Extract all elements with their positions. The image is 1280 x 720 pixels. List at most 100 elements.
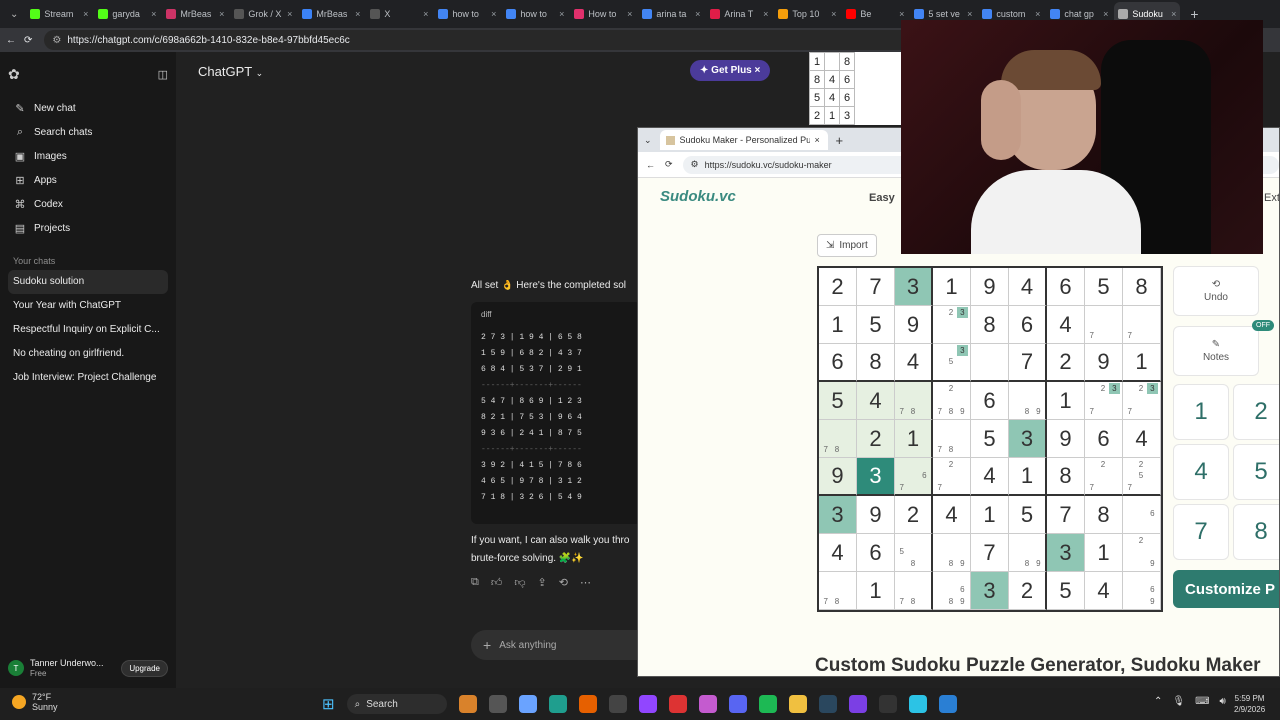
sidebar-item-new-chat[interactable]: ✎ New chat [8, 96, 168, 120]
spotify-icon[interactable] [758, 695, 777, 713]
sudoku-cell[interactable]: 1 [1123, 344, 1161, 382]
user-profile[interactable]: T Tanner Underwo... Free Upgrade [8, 658, 168, 678]
number-key[interactable]: 8 [1233, 504, 1279, 560]
sudoku-cell[interactable]: 7 [1123, 306, 1161, 344]
sudoku-cell[interactable]: 3 [971, 572, 1009, 610]
steam-icon[interactable] [818, 695, 837, 713]
purple-app-icon[interactable] [848, 695, 867, 713]
browser-tab[interactable]: how to × [434, 2, 500, 26]
sudoku-cell[interactable]: 2 [1047, 344, 1085, 382]
sidebar-item-images[interactable]: ▣ Images [8, 144, 168, 168]
copy-icon[interactable]: ⧉ [471, 576, 479, 589]
browser-tab[interactable]: How to × [570, 2, 636, 26]
close-icon[interactable]: × [1171, 9, 1176, 19]
tray-chevron-icon[interactable]: ⌃ [1154, 696, 1162, 707]
obs-icon[interactable] [608, 695, 627, 713]
openai-logo-icon[interactable]: ✿ [8, 66, 20, 83]
undo-button[interactable]: ⟲ Undo [1173, 266, 1259, 316]
difficulty-easy-tab[interactable]: Easy [869, 192, 895, 204]
sudoku-cell[interactable]: 4 [1123, 420, 1161, 458]
sudoku-cell[interactable]: 89 [1009, 382, 1047, 420]
sudoku-cell[interactable]: 2 [1009, 572, 1047, 610]
close-icon[interactable]: × [967, 9, 972, 19]
weather-widget[interactable]: 72°F Sunny [12, 692, 58, 712]
customize-button[interactable]: Customize P [1173, 570, 1279, 608]
sudoku-cell[interactable]: 89 [933, 534, 971, 572]
sudoku-cell[interactable]: 9 [857, 496, 895, 534]
sudoku-cell[interactable]: 78 [933, 420, 971, 458]
windows-start-icon[interactable]: ⊞ [322, 695, 335, 713]
sudoku-cell[interactable]: 1 [1085, 534, 1123, 572]
browser-tab[interactable]: Top 10 × [774, 2, 840, 26]
network-icon[interactable]: ⌨ [1195, 696, 1209, 707]
close-icon[interactable]: × [559, 9, 564, 19]
folder-icon[interactable] [788, 695, 807, 713]
regenerate-icon[interactable]: ⟲ [559, 576, 568, 589]
close-icon[interactable]: × [1035, 9, 1040, 19]
sudoku-cell[interactable]: 9 [819, 458, 857, 496]
back-icon[interactable]: ← [6, 35, 16, 46]
sudoku-cell[interactable]: 78 [895, 382, 933, 420]
close-icon[interactable]: × [491, 9, 496, 19]
thumbs-down-icon[interactable]: 👎︎ [514, 576, 525, 589]
cyan-app-icon[interactable] [908, 695, 927, 713]
sudoku-cell[interactable]: 5 [857, 306, 895, 344]
browser-tab[interactable]: garyda × [94, 2, 160, 26]
close-icon[interactable]: × [287, 9, 292, 19]
close-sidebar-icon[interactable]: ◫ [158, 68, 168, 81]
volume-icon[interactable]: 🔊︎ [1220, 696, 1226, 707]
popup-tab[interactable]: Sudoku Maker - Personalized Puzz × [659, 130, 828, 150]
get-plus-button[interactable]: ✦ Get Plus × [690, 60, 771, 81]
sudoku-cell[interactable]: 4 [1047, 306, 1085, 344]
tab-list-chevron-icon[interactable]: ⌄ [4, 9, 24, 20]
new-tab-button[interactable]: + [836, 133, 844, 148]
sudoku-cell[interactable]: 6 [1123, 496, 1161, 534]
sudoku-cell[interactable]: 5 [1009, 496, 1047, 534]
itunes-icon[interactable] [698, 695, 717, 713]
sudoku-cell[interactable] [971, 344, 1009, 382]
close-icon[interactable]: × [755, 65, 761, 76]
browser-tab[interactable]: MrBeas × [298, 2, 364, 26]
sudoku-cell[interactable]: 7 [1047, 496, 1085, 534]
sudoku-cell[interactable]: 7 [857, 268, 895, 306]
prompt-input[interactable]: + Ask anything [471, 630, 641, 660]
chat-list-item[interactable]: Job Interview: Project Challenge [8, 366, 168, 390]
popup-tab-list-icon[interactable]: ⌄ [644, 135, 652, 146]
sudoku-cell[interactable]: 257 [1123, 458, 1161, 496]
sudoku-cell[interactable]: 6 [1009, 306, 1047, 344]
sudoku-cell[interactable]: 1 [819, 306, 857, 344]
sudoku-cell[interactable]: 4 [1009, 268, 1047, 306]
sudoku-cell[interactable]: 23 [933, 306, 971, 344]
firefox-icon[interactable] [578, 695, 597, 713]
fx-app-icon[interactable] [938, 695, 957, 713]
close-icon[interactable]: × [423, 9, 428, 19]
browser-tab[interactable]: Stream × [26, 2, 92, 26]
share-icon[interactable]: ⇪ [538, 576, 547, 589]
sudoku-cell[interactable]: 9 [895, 306, 933, 344]
sudoku-cell[interactable]: 6 [819, 344, 857, 382]
dark-app-icon[interactable] [878, 695, 897, 713]
close-icon[interactable]: × [219, 9, 224, 19]
reload-icon[interactable]: ⟳ [24, 35, 32, 46]
sudoku-cell[interactable]: 2 789 [933, 382, 971, 420]
taskbar-search[interactable]: ⌕ Search [346, 694, 447, 714]
back-icon[interactable]: ← [646, 160, 655, 170]
sudoku-cell[interactable]: 2 [819, 268, 857, 306]
sudoku-cell[interactable]: 29 [1123, 534, 1161, 572]
sidebar-item-projects[interactable]: ▤ Projects [8, 216, 168, 240]
import-button[interactable]: ⇲ Import [817, 234, 877, 257]
sidebar-item-search-chats[interactable]: ⌕ Search chats [8, 120, 168, 144]
twitch-icon[interactable] [638, 695, 657, 713]
sudoku-cell[interactable]: 5 [819, 382, 857, 420]
sudoku-cell[interactable]: 1 [971, 496, 1009, 534]
sudoku-cell[interactable]: 27 [933, 458, 971, 496]
sudoku-cell[interactable]: 8 [1123, 268, 1161, 306]
sudoku-cell[interactable]: 689 [933, 572, 971, 610]
browser-tab[interactable]: arina ta × [638, 2, 704, 26]
sudoku-cell[interactable]: 4 [895, 344, 933, 382]
widget-app-icon[interactable] [458, 695, 477, 713]
discord-icon[interactable] [728, 695, 747, 713]
sudoku-cell[interactable]: 2 [895, 496, 933, 534]
sudoku-cell[interactable]: 4 [819, 534, 857, 572]
reload-icon[interactable]: ⟳ [665, 159, 673, 170]
